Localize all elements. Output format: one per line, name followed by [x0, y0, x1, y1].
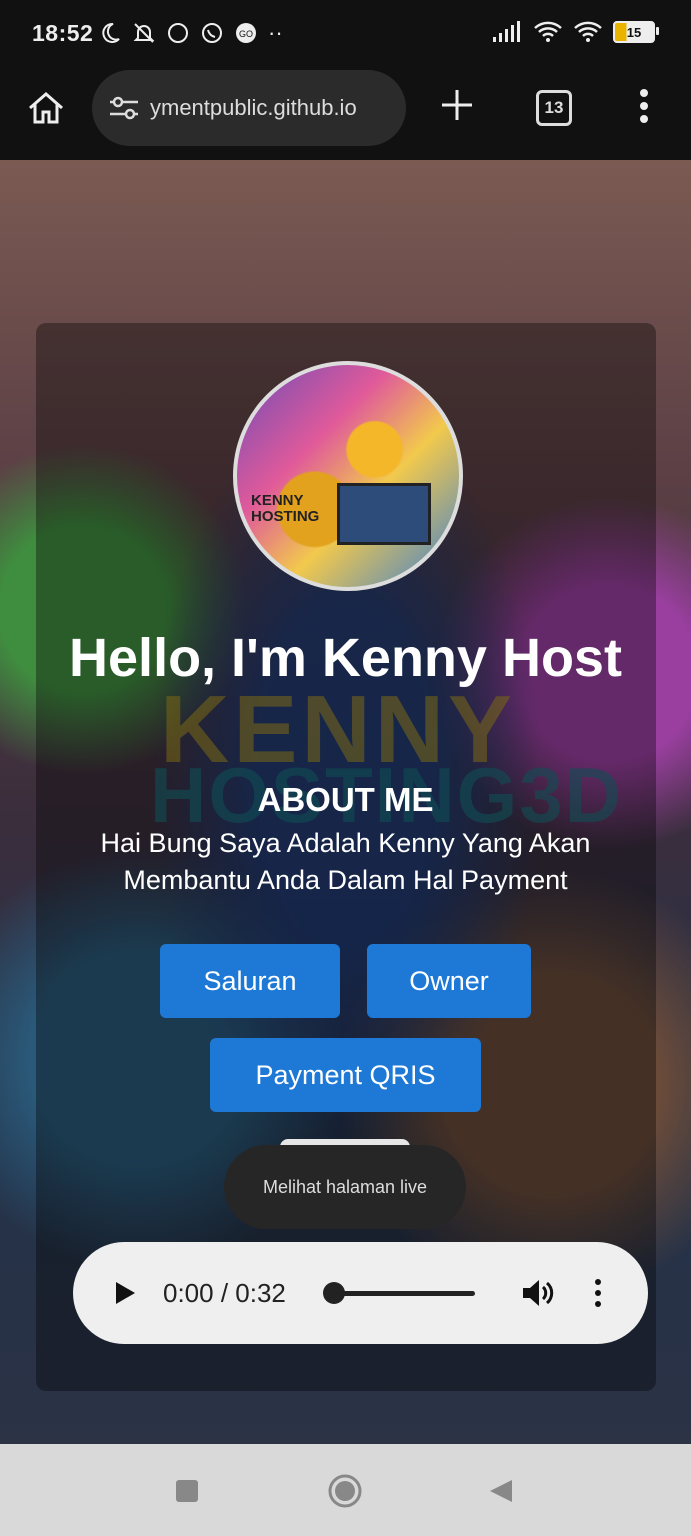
- status-bar: 18:52 GO ·· 15: [0, 0, 691, 64]
- about-heading: ABOUT ME: [257, 781, 434, 818]
- go-app-icon: GO: [236, 23, 256, 43]
- audio-seek-track[interactable]: [335, 1291, 475, 1296]
- about-text: Hai Bung Saya Adalah Kenny Yang Akan Mem…: [100, 828, 591, 895]
- audio-seek-thumb[interactable]: [323, 1282, 345, 1304]
- owner-button[interactable]: Owner: [367, 944, 531, 1018]
- avatar: KENNY HOSTING: [233, 361, 463, 591]
- hotspot-icon: [574, 21, 602, 42]
- payment-qris-button[interactable]: Payment QRIS: [210, 1038, 481, 1112]
- wifi-icon: [534, 21, 562, 42]
- more-vert-icon[interactable]: [592, 1278, 604, 1308]
- bell-off-icon: [133, 23, 155, 43]
- status-icons-left: GO ··: [98, 20, 283, 46]
- whatsapp-business-icon: [168, 23, 188, 43]
- clock: 18:52: [32, 20, 94, 46]
- system-nav-bar: [0, 1444, 691, 1536]
- svg-text:GO: GO: [239, 29, 253, 39]
- square-icon[interactable]: [175, 1479, 199, 1503]
- plus-icon[interactable]: [440, 88, 474, 122]
- status-icons-right: 15: [491, 20, 659, 44]
- battery-level: 15: [626, 24, 642, 40]
- circle-icon[interactable]: [328, 1474, 362, 1508]
- tab-count: 13: [544, 98, 564, 117]
- page-title: Hello, I'm Kenny Host: [69, 628, 622, 688]
- avatar-label: KENNY HOSTING: [251, 492, 320, 525]
- avatar-monitor: [337, 483, 431, 545]
- more-vert-icon[interactable]: [636, 88, 652, 124]
- volume-icon[interactable]: [521, 1278, 555, 1308]
- web-page: KENNY HOSTING3D KENNY HOSTING Hello, I'm…: [0, 160, 691, 1444]
- battery-indicator: 15: [613, 21, 659, 43]
- signal-icon: [493, 21, 520, 42]
- tab-switcher[interactable]: 13: [536, 90, 572, 126]
- saluran-button[interactable]: Saluran: [160, 944, 340, 1018]
- whatsapp-icon: [202, 23, 222, 43]
- audio-time: 0:00 / 0:32: [163, 1278, 286, 1308]
- triangle-back-icon[interactable]: [488, 1478, 514, 1504]
- more-notifications-icon: ··: [268, 20, 283, 45]
- url-text: ymentpublic.github.io: [150, 95, 357, 120]
- toast-message: Melihat halaman live: [224, 1145, 466, 1229]
- browser-toolbar: ymentpublic.github.io 13: [0, 64, 691, 160]
- home-icon[interactable]: [26, 88, 66, 128]
- tune-icon[interactable]: [108, 94, 140, 122]
- address-bar[interactable]: ymentpublic.github.io: [92, 70, 406, 146]
- play-icon[interactable]: [113, 1280, 137, 1306]
- moon-icon: [102, 22, 120, 43]
- audio-player[interactable]: 0:00 / 0:32: [73, 1242, 648, 1344]
